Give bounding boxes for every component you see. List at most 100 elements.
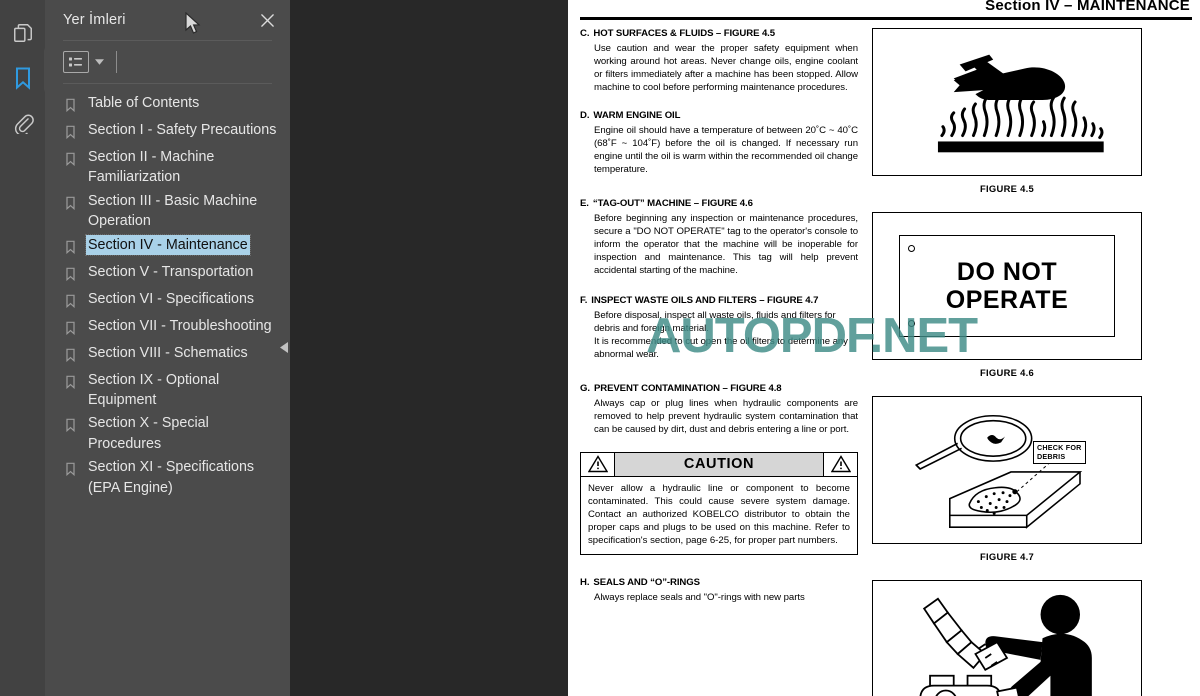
section-g: G. PREVENT CONTAMINATION – FIGURE 4.8 Al… [580, 383, 858, 436]
section-h-title: SEALS AND “O”-RINGS [593, 577, 700, 589]
bookmark-icon [65, 120, 83, 144]
toolbar-separator [116, 51, 117, 73]
bookmarks-panel-header: Yer İmleri [45, 0, 290, 40]
bookmark-icon [65, 343, 83, 367]
bookmark-item[interactable]: Table of Contents [45, 93, 290, 117]
bookmark-icon [65, 289, 83, 313]
bookmark-label: Section III - Basic Machine Operation [88, 192, 258, 230]
bookmark-options-icon[interactable] [63, 51, 89, 73]
page-running-header: Section IV – MAINTENANCE [985, 0, 1190, 14]
callout-line-2: DEBRIS [1037, 451, 1066, 461]
figure-4-8-image [872, 580, 1142, 696]
bookmark-label: Section VI - Specifications [88, 290, 255, 307]
do-not-operate-tag: DO NOT OPERATE [899, 235, 1115, 337]
figure-4-8 [872, 580, 1142, 696]
attachments-icon[interactable] [0, 100, 45, 145]
bookmark-item[interactable]: Section XI - Specifications (EPA Engine) [45, 457, 290, 498]
bookmark-label: Section V - Transportation [88, 263, 254, 280]
tag-hole-bottom [908, 320, 915, 327]
section-f-body: Before disposal, inspect all waste oils,… [594, 309, 848, 360]
bookmark-icon [65, 262, 83, 286]
section-f: F. INSPECT WASTE OILS AND FILTERS – FIGU… [580, 295, 858, 361]
bookmark-icon [65, 147, 83, 171]
section-e-body: Before beginning any inspection or maint… [594, 212, 858, 276]
bookmark-list: Table of Contents Section I - Safety Prec… [45, 84, 290, 696]
caution-box: CAUTION Never allow a hydraulic line or … [580, 451, 858, 556]
section-e: E. “TAG-OUT” MACHINE – FIGURE 4.6 Before… [580, 198, 858, 277]
section-g-title: PREVENT CONTAMINATION – FIGURE 4.8 [593, 382, 782, 394]
bookmark-item[interactable]: Section V - Transportation [45, 262, 290, 286]
bookmarks-icon[interactable] [0, 55, 45, 100]
inspect-debris-icon [914, 414, 1083, 529]
section-e-title: “TAG-OUT” MACHINE – FIGURE 4.6 [592, 197, 753, 209]
bookmark-label: Section X - Special Procedures [88, 415, 209, 452]
bookmark-item[interactable]: Section III - Basic Machine Operation [45, 191, 290, 232]
sidebar-icon-rail [0, 0, 53, 696]
bookmark-item[interactable]: Section X - Special Procedures [45, 413, 290, 454]
section-c-body: Use caution and wear the proper safety e… [594, 42, 858, 93]
section-c-title: HOT SURFACES & FLUIDS – FIGURE 4.5 [593, 28, 775, 39]
section-d-letter: D. [580, 109, 590, 121]
section-c-letter: C. [580, 28, 590, 39]
bookmark-item[interactable]: Section VII - Troubleshooting [45, 316, 290, 340]
bookmark-label: Section II - Machine Familiarization [88, 149, 215, 186]
figure-4-7: CHECK FOR DEBRIS FIGURE 4.7 [872, 396, 1142, 562]
close-icon[interactable] [254, 7, 280, 33]
tag-hole-top [908, 245, 915, 252]
figure-4-7-caption: FIGURE 4.7 [979, 551, 1035, 562]
section-d: D. WARM ENGINE OIL Engine oil should hav… [580, 110, 858, 176]
bookmarks-toolbar [45, 41, 290, 83]
section-f-letter: F. [580, 295, 588, 306]
bookmark-label: Section VIII - Schematics [88, 344, 248, 361]
figure-4-5-image [872, 28, 1142, 176]
warning-triangle-icon-right [823, 452, 857, 476]
caution-title: CAUTION [683, 456, 755, 473]
bookmark-icon [65, 370, 83, 394]
pdf-reader-window: Yer İmleri Table of Contents Section I -… [0, 0, 1200, 696]
figure-4-7-image: CHECK FOR DEBRIS [872, 396, 1142, 544]
bookmarks-panel: Yer İmleri Table of Contents Section I -… [45, 0, 290, 696]
bookmark-item[interactable]: Section II - Machine Familiarization [45, 147, 290, 188]
document-text-column: C. HOT SURFACES & FLUIDS – FIGURE 4.5 Us… [580, 28, 858, 696]
chevron-down-icon[interactable] [91, 51, 107, 73]
bookmark-item[interactable]: Section IX - Optional Equipment [45, 370, 290, 411]
bookmark-label: Section IV - Maintenance [85, 233, 251, 257]
figure-4-6: DO NOT OPERATE FIGURE 4.6 [872, 212, 1142, 378]
warning-triangle-icon-left [581, 452, 615, 476]
tag-line-1: DO NOT [956, 258, 1058, 286]
bookmark-label: Section IX - Optional Equipment [88, 371, 220, 409]
bookmark-icon [65, 93, 83, 117]
section-e-letter: E. [580, 197, 589, 209]
section-g-letter: G. [580, 382, 590, 394]
section-h-letter: H. [580, 577, 590, 589]
capping-lines-icon [919, 594, 1092, 696]
section-h: H. SEALS AND “O”-RINGS Always replace se… [580, 577, 858, 604]
bookmark-item[interactable]: Section IV - Maintenance [45, 233, 290, 259]
figure-4-5: FIGURE 4.5 [872, 28, 1142, 194]
bookmark-label: Table of Contents [88, 95, 200, 111]
pdf-page: Section IV – MAINTENANCE C. HOT SURFACES… [568, 0, 1200, 696]
bookmark-label: Section VII - Troubleshooting [88, 317, 272, 334]
sidebar-collapse-handle[interactable] [277, 322, 290, 372]
bookmark-item[interactable]: Section VIII - Schematics [45, 343, 290, 367]
pdf-viewer[interactable]: Section IV – MAINTENANCE C. HOT SURFACES… [290, 0, 1200, 696]
bookmark-icon [65, 191, 83, 215]
section-d-title: WARM ENGINE OIL [593, 109, 681, 121]
bookmark-item[interactable]: Section VI - Specifications [45, 289, 290, 313]
section-g-body: Always cap or plug lines when hydraulic … [594, 397, 858, 435]
document-figure-column: FIGURE 4.5 DO NOT OPERATE FIGURE 4.6 CHE… [872, 28, 1142, 696]
panel-title: Yer İmleri [63, 12, 126, 28]
hot-surface-icon [937, 54, 1104, 153]
caution-body: Never allow a hydraulic line or componen… [588, 482, 850, 547]
bookmark-icon [65, 457, 83, 481]
page-thumbnails-icon[interactable] [0, 10, 45, 55]
bookmark-label: Section I - Safety Precautions [88, 122, 277, 138]
tag-line-2: OPERATE [945, 286, 1069, 314]
bookmark-item[interactable]: Section I - Safety Precautions [45, 120, 290, 144]
bookmark-icon [65, 235, 83, 259]
section-h-body: Always replace seals and "O"-rings with … [594, 591, 805, 603]
section-d-body: Engine oil should have a temperature of … [594, 124, 858, 175]
figure-4-5-caption: FIGURE 4.5 [979, 183, 1035, 194]
bookmark-icon [65, 413, 83, 437]
figure-4-6-image: DO NOT OPERATE [872, 212, 1142, 360]
